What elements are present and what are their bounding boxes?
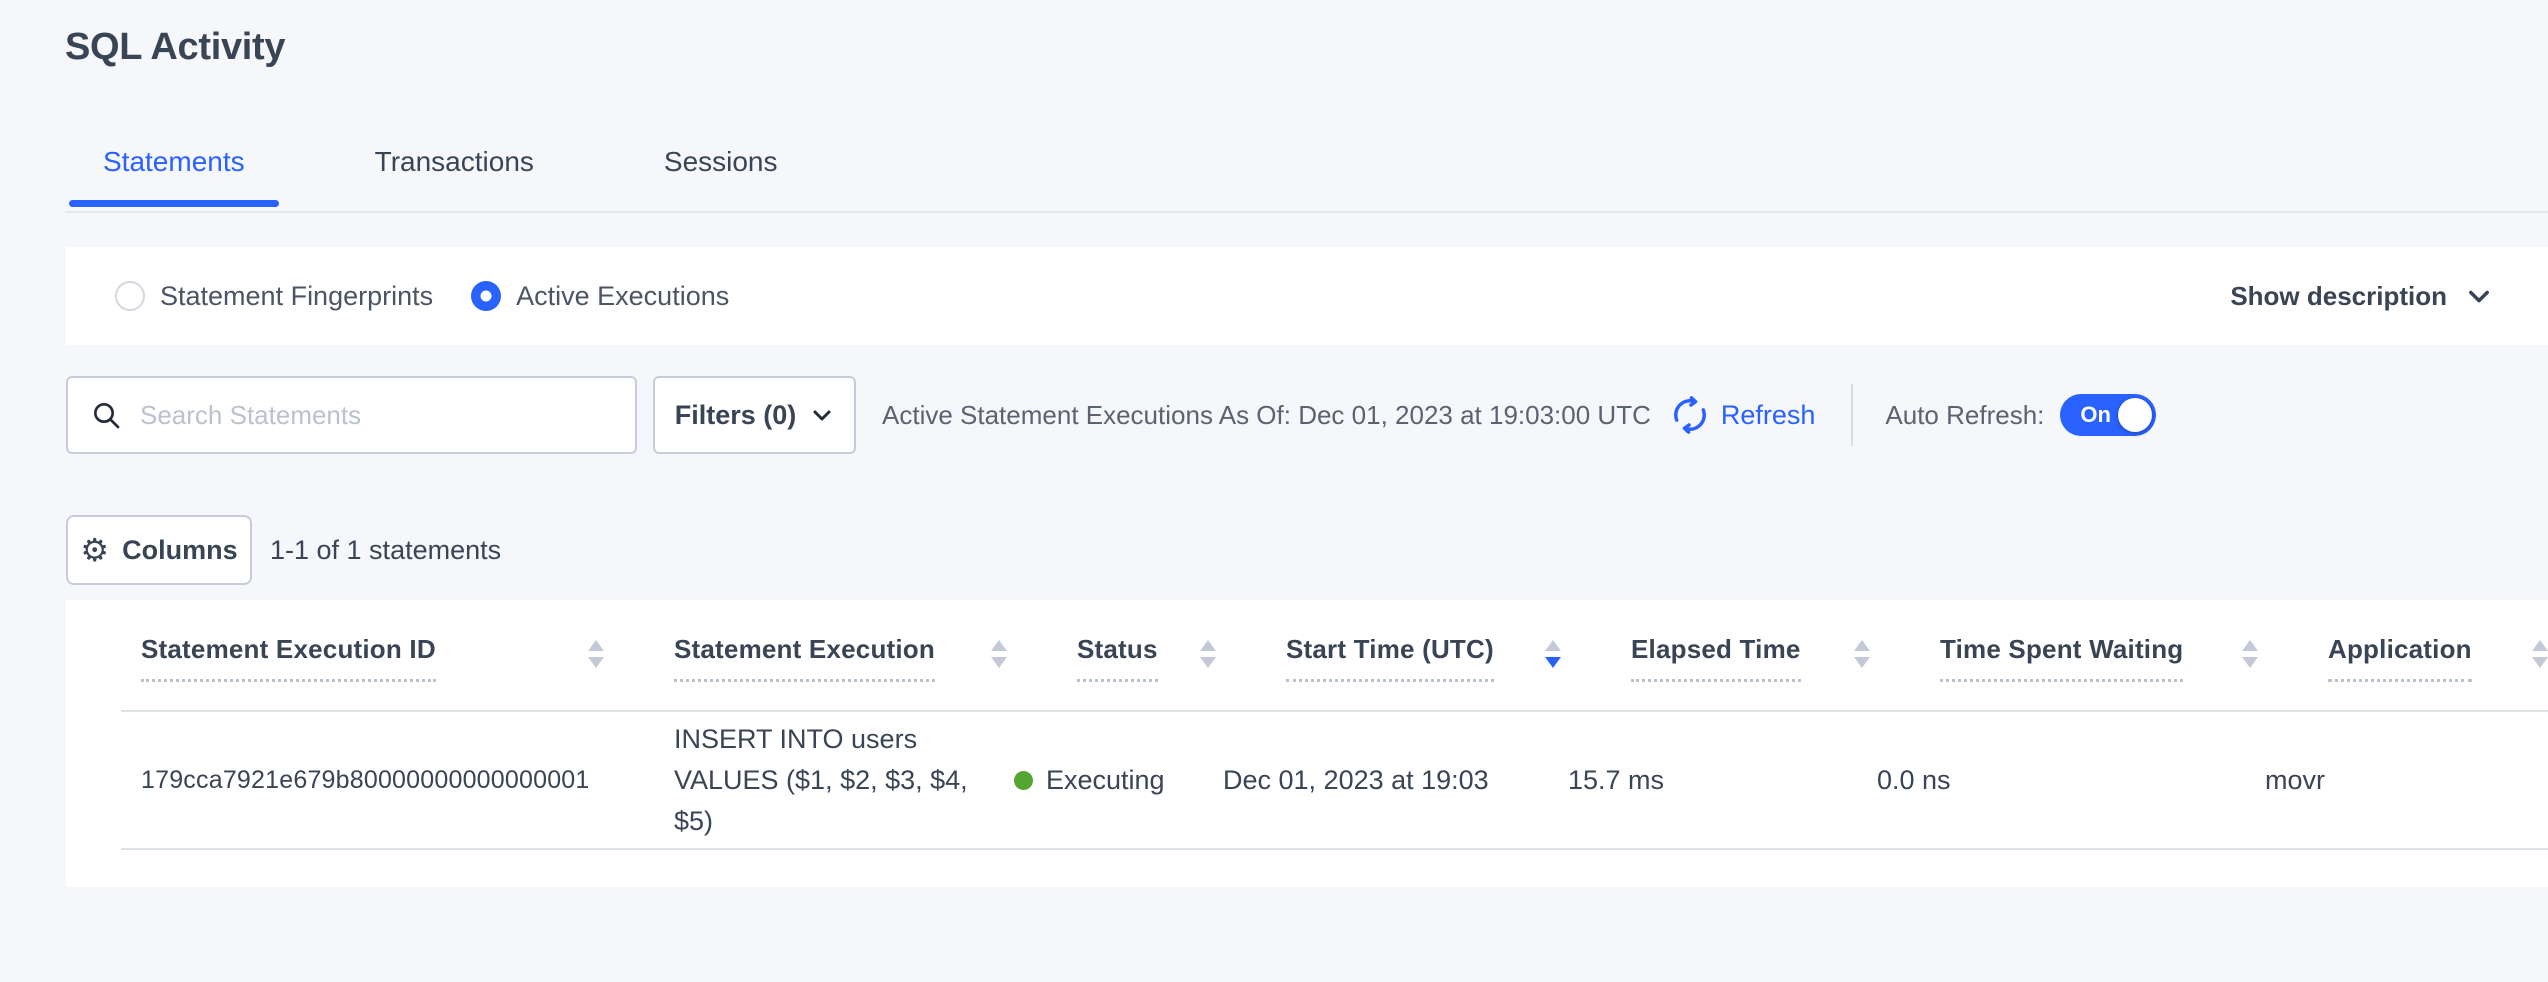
chevron-down-icon xyxy=(810,403,834,427)
gear-icon: ⚙ xyxy=(80,534,109,566)
radio-active-executions[interactable]: Active Executions xyxy=(471,281,729,312)
statements-table: Statement Execution ID Statement Executi… xyxy=(66,600,2548,887)
refresh-label: Refresh xyxy=(1721,400,1816,431)
column-header-statement-execution[interactable]: Statement Execution xyxy=(674,634,1077,682)
show-description-label: Show description xyxy=(2230,281,2447,312)
column-header-application[interactable]: Application xyxy=(2328,634,2548,682)
auto-refresh-toggle[interactable]: On xyxy=(2060,394,2156,436)
cell-elapsed-time: 15.7 ms xyxy=(1568,765,1877,796)
toggle-state-label: On xyxy=(2080,402,2111,428)
search-box xyxy=(66,376,637,454)
column-header-status[interactable]: Status xyxy=(1077,634,1286,682)
auto-refresh-label: Auto Refresh: xyxy=(1885,400,2044,431)
controls-row: Filters (0) Active Statement Executions … xyxy=(66,376,2548,454)
toggle-knob xyxy=(2118,398,2152,432)
cell-start-time: Dec 01, 2023 at 19:03 xyxy=(1223,765,1568,796)
radio-statement-fingerprints[interactable]: Statement Fingerprints xyxy=(115,281,433,312)
radio-icon xyxy=(115,281,145,311)
filters-button[interactable]: Filters (0) xyxy=(653,376,856,454)
radio-label: Statement Fingerprints xyxy=(160,281,433,312)
tab-statements[interactable]: Statements xyxy=(69,146,279,207)
as-of-text: Active Statement Executions As Of: Dec 0… xyxy=(882,400,1651,431)
refresh-button[interactable]: Refresh xyxy=(1671,396,1816,434)
column-header-start-time[interactable]: Start Time (UTC) xyxy=(1286,634,1631,682)
tab-bar-divider xyxy=(65,211,2548,213)
sort-icon[interactable] xyxy=(991,634,1007,668)
status-label: Executing xyxy=(1046,765,1165,796)
filters-label: Filters (0) xyxy=(675,400,797,431)
table-toolbar: ⚙ Columns 1-1 of 1 statements xyxy=(66,515,501,585)
sort-icon[interactable] xyxy=(1200,634,1216,668)
table-row[interactable]: 179cca7921e679b80000000000000001 INSERT … xyxy=(121,712,2548,850)
radio-label: Active Executions xyxy=(516,281,729,312)
tab-bar: Statements Transactions Sessions xyxy=(0,146,2548,213)
table-header-row: Statement Execution ID Statement Executi… xyxy=(121,600,2548,712)
columns-button[interactable]: ⚙ Columns xyxy=(66,515,252,585)
column-header-statement-execution-id[interactable]: Statement Execution ID xyxy=(141,634,674,682)
sort-icon[interactable] xyxy=(2532,634,2548,668)
cell-status: Executing xyxy=(1014,765,1223,796)
show-description-toggle[interactable]: Show description xyxy=(2230,281,2493,312)
search-icon xyxy=(90,399,122,431)
sort-icon[interactable] xyxy=(588,634,604,668)
cell-time-spent-waiting: 0.0 ns xyxy=(1877,765,2265,796)
sort-icon[interactable] xyxy=(1545,634,1561,668)
column-header-time-spent-waiting[interactable]: Time Spent Waiting xyxy=(1940,634,2328,682)
search-input[interactable] xyxy=(140,400,613,431)
vertical-divider xyxy=(1851,384,1853,446)
cell-application: movr xyxy=(2265,765,2548,796)
tab-sessions[interactable]: Sessions xyxy=(630,146,812,207)
tab-transactions[interactable]: Transactions xyxy=(341,146,568,207)
column-header-elapsed-time[interactable]: Elapsed Time xyxy=(1631,634,1940,682)
cell-execution-id: 179cca7921e679b80000000000000001 xyxy=(141,766,674,795)
results-count: 1-1 of 1 statements xyxy=(270,535,501,566)
chevron-down-icon xyxy=(2465,282,2493,310)
page-title: SQL Activity xyxy=(65,26,285,69)
sort-icon[interactable] xyxy=(2242,634,2258,668)
sort-icon[interactable] xyxy=(1854,634,1870,668)
status-dot-icon xyxy=(1014,771,1033,790)
cell-statement: INSERT INTO users VALUES ($1, $2, $3, $4… xyxy=(674,719,1014,842)
view-mode-card: Statement Fingerprints Active Executions… xyxy=(66,247,2548,345)
refresh-icon xyxy=(1671,396,1709,434)
radio-icon xyxy=(471,281,501,311)
columns-label: Columns xyxy=(122,535,238,566)
